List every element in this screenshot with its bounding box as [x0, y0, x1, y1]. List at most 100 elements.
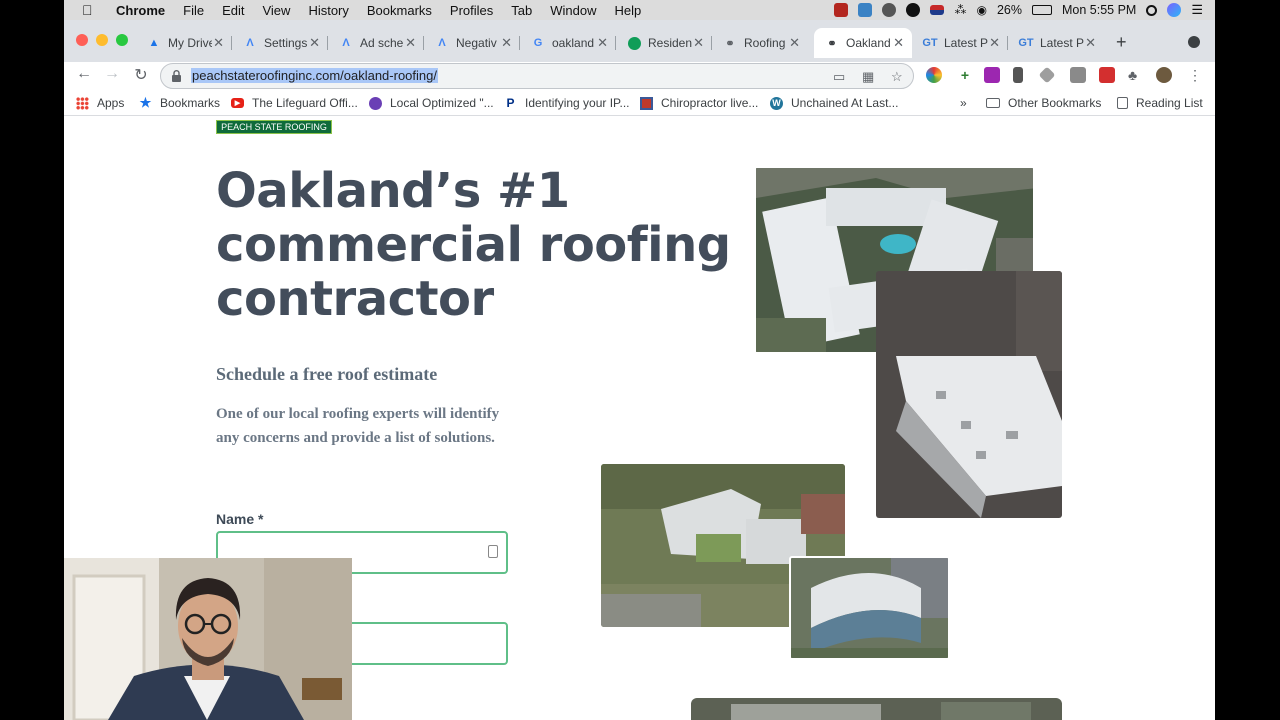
screenshot-icon[interactable] — [858, 3, 873, 17]
tab-latest-2[interactable]: GT Latest P ✕ — [1008, 28, 1104, 58]
close-tab-icon[interactable]: ✕ — [597, 35, 608, 51]
battery-percent: 26% — [996, 3, 1022, 17]
add-extension-icon[interactable]: + — [957, 67, 973, 83]
tab-my-drive[interactable]: ▲ My Drive ✕ — [136, 28, 232, 58]
close-tab-icon[interactable]: ✕ — [989, 35, 1000, 51]
bookmark-star-icon[interactable]: ☆ — [891, 69, 903, 85]
paypal-icon: P — [506, 96, 515, 110]
forward-arrow-icon[interactable]: → — [102, 65, 122, 83]
tab-oakland-active[interactable]: ⚭ Oakland ✕ — [814, 28, 912, 58]
aerial-photo-flat-roof-building — [876, 271, 1062, 518]
company-logo[interactable]: PEACH STATE ROOFING — [216, 120, 332, 134]
menu-window[interactable]: Window — [550, 3, 596, 18]
partial-roof-image — [691, 698, 1062, 720]
creative-cloud-icon[interactable] — [882, 3, 897, 17]
clock[interactable]: Mon 5:55 PM — [1062, 3, 1136, 17]
kebab-menu-icon[interactable]: ⋮ — [1188, 67, 1204, 83]
bookmark-bookmarks[interactable]: ★ Bookmarks — [139, 95, 220, 110]
back-arrow-icon[interactable]: ← — [74, 65, 94, 83]
input-source-flag-icon[interactable] — [930, 5, 945, 15]
bookmark-chiropractor[interactable]: Chiropractor live... — [640, 96, 758, 110]
menu-bookmarks[interactable]: Bookmarks — [367, 3, 432, 18]
qr-code-icon[interactable]: ▦ — [862, 69, 874, 85]
zoom-window-icon[interactable] — [116, 34, 128, 46]
gt-icon: GT — [922, 37, 938, 49]
bookmark-lifeguard[interactable]: ▶ The Lifeguard Offi... — [231, 96, 358, 110]
lock-icon[interactable] — [172, 70, 181, 82]
red-extension-icon[interactable] — [1099, 67, 1115, 83]
close-window-icon[interactable] — [76, 34, 88, 46]
menu-tab[interactable]: Tab — [511, 3, 532, 18]
webcam-overlay — [64, 558, 352, 720]
flat-roof-building-image — [876, 271, 1062, 518]
bluetooth-icon[interactable]: ⁂ — [954, 3, 966, 17]
code-extension-icon[interactable] — [1070, 67, 1086, 83]
menu-view[interactable]: View — [262, 3, 290, 18]
menu-profiles[interactable]: Profiles — [450, 3, 493, 18]
siri-icon[interactable] — [1167, 3, 1182, 17]
tab-title: Roofing — [744, 36, 786, 50]
tab-residential[interactable]: Residen ✕ — [616, 28, 712, 58]
close-tab-icon[interactable]: ✕ — [309, 35, 320, 51]
obs-icon[interactable] — [906, 3, 921, 17]
battery-icon[interactable] — [1032, 5, 1052, 15]
bookmark-label: Chiropractor live... — [661, 96, 759, 110]
address-bar[interactable]: peachstateroofinginc.com/oakland-roofing… — [160, 63, 914, 89]
color-picker-extension-icon[interactable] — [926, 67, 942, 83]
presenter-video — [64, 558, 352, 720]
tab-settings[interactable]: Λ Settings ✕ — [232, 28, 328, 58]
tab-ad-schedule[interactable]: Λ Ad sche ✕ — [328, 28, 424, 58]
bookmark-reading-list[interactable]: Reading List — [1117, 96, 1203, 110]
bookmark-local-optimized[interactable]: Local Optimized "... — [369, 96, 494, 110]
bookmark-unchained[interactable]: W Unchained At Last... — [770, 96, 898, 110]
dark-extension-icon[interactable] — [1013, 67, 1023, 83]
bookmark-other-bookmarks[interactable]: Other Bookmarks — [986, 96, 1101, 110]
bookmark-label: The Lifeguard Offi... — [252, 96, 358, 110]
menu-file[interactable]: File — [183, 3, 204, 18]
tab-roofing[interactable]: ⚭ Roofing ✕ — [712, 28, 808, 58]
status-area: ⁂ ◉ 26% Mon 5:55 PM ☰ — [834, 0, 1203, 20]
folder-icon — [986, 98, 1000, 108]
minimize-window-icon[interactable] — [96, 34, 108, 46]
recording-icon[interactable] — [834, 3, 849, 17]
new-tab-button[interactable]: + — [1116, 32, 1127, 53]
gray-extension-icon[interactable] — [1038, 66, 1056, 84]
profile-avatar[interactable] — [1156, 67, 1172, 83]
menu-edit[interactable]: Edit — [222, 3, 244, 18]
close-tab-icon[interactable]: ✕ — [501, 35, 512, 51]
close-tab-icon[interactable]: ✕ — [693, 35, 704, 51]
control-center-icon[interactable]: ☰ — [1191, 2, 1203, 18]
close-tab-icon[interactable]: ✕ — [893, 35, 904, 51]
puzzle-extensions-icon[interactable]: ♣ — [1128, 67, 1144, 83]
tab-negative[interactable]: Λ Negativ ✕ — [424, 28, 520, 58]
menu-help[interactable]: Help — [615, 3, 642, 18]
url-text[interactable]: peachstateroofinginc.com/oakland-roofing… — [191, 68, 438, 83]
wifi-icon[interactable]: ◉ — [976, 3, 986, 17]
autofill-contact-icon[interactable] — [488, 545, 498, 558]
close-tab-icon[interactable]: ✕ — [789, 35, 800, 51]
spotlight-search-icon[interactable] — [1146, 4, 1158, 16]
close-tab-icon[interactable]: ✕ — [405, 35, 416, 51]
tab-search-icon[interactable] — [1188, 36, 1200, 48]
curved-building-image — [791, 558, 948, 658]
reload-icon[interactable]: ↻ — [131, 65, 151, 85]
menu-app-name[interactable]: Chrome — [116, 3, 165, 18]
menu-history[interactable]: History — [308, 3, 348, 18]
tab-strip: ▲ My Drive ✕ Λ Settings ✕ Λ Ad sche ✕ Λ … — [64, 20, 1215, 62]
tab-title: Residen — [648, 36, 692, 50]
bookmark-identifying-ip[interactable]: P Identifying your IP... — [504, 96, 629, 110]
bookmarks-overflow-button[interactable]: » — [960, 96, 967, 110]
bookmark-apps[interactable]: Apps — [76, 96, 124, 110]
close-tab-icon[interactable]: ✕ — [1085, 35, 1096, 51]
tab-title: Negativ — [456, 36, 497, 50]
tab-latest-1[interactable]: GT Latest P ✕ — [912, 28, 1008, 58]
close-tab-icon[interactable]: ✕ — [213, 35, 224, 51]
tab-oakland-search[interactable]: G oakland ✕ — [520, 28, 616, 58]
reading-list-icon — [1117, 97, 1128, 109]
cast-icon[interactable]: ▭ — [833, 69, 845, 85]
apple-icon[interactable]:  — [82, 2, 102, 18]
google-ads-icon: Λ — [342, 37, 350, 49]
purple-extension-icon[interactable] — [984, 67, 1000, 83]
page-headline: Oakland’s #1 commercial roofing contract… — [216, 164, 756, 326]
wordpress-icon: W — [770, 96, 783, 110]
